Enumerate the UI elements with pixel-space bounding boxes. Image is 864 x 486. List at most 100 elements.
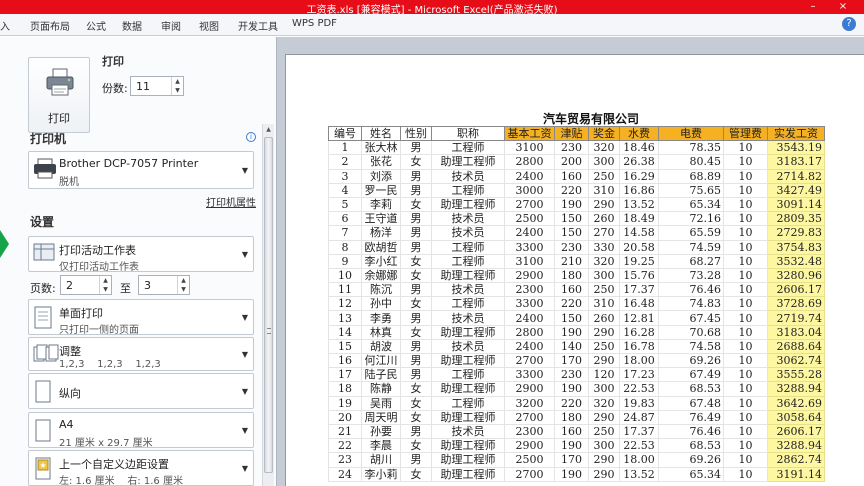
table-cell[interactable]: 13.52 [619, 466, 659, 482]
table-cell[interactable]: 10 [723, 452, 768, 468]
table-cell[interactable]: 300 [588, 154, 620, 170]
table-cell[interactable]: 3100 [504, 140, 555, 156]
table-cell[interactable]: 3058.64 [767, 409, 825, 425]
table-cell[interactable]: 260 [588, 211, 620, 227]
table-cell[interactable]: 310 [588, 182, 620, 198]
sides-select[interactable]: 单面打印 只打印一侧的页面 ▼ [28, 299, 254, 336]
tab-insert[interactable]: 入 [0, 18, 10, 33]
table-cell[interactable]: 19.83 [619, 395, 659, 411]
table-cell[interactable]: 160 [554, 168, 589, 184]
table-cell[interactable]: 15 [328, 338, 362, 355]
table-cell[interactable]: 13 [328, 310, 362, 326]
table-cell[interactable]: 2700 [504, 196, 555, 213]
table-cell[interactable]: 73.28 [658, 267, 724, 284]
table-cell[interactable]: 2500 [504, 452, 555, 468]
table-cell[interactable]: 技术员 [431, 423, 505, 440]
table-cell[interactable]: 4 [328, 182, 362, 198]
table-cell[interactable]: 3200 [504, 395, 555, 411]
table-cell[interactable]: 陈沉 [361, 282, 401, 298]
table-cell[interactable]: 6 [328, 211, 362, 227]
table-cell[interactable]: 70.68 [658, 324, 724, 340]
table-cell[interactable]: 工程师 [431, 253, 505, 269]
table-cell[interactable]: 男 [400, 352, 432, 369]
table-cell[interactable]: 2400 [504, 225, 555, 241]
tab-view[interactable]: 视图 [199, 18, 219, 33]
table-cell[interactable]: 工程师 [431, 395, 505, 411]
table-cell[interactable]: 220 [554, 296, 589, 312]
table-cell[interactable]: 68.89 [658, 168, 724, 184]
table-cell[interactable]: 19.25 [619, 253, 659, 269]
table-cell[interactable]: 65.59 [658, 225, 724, 241]
column-header[interactable]: 电费 [658, 125, 724, 142]
print-scope-select[interactable]: 打印活动工作表 仅打印活动工作表 ▼ [28, 236, 254, 273]
table-cell[interactable]: 男 [400, 182, 432, 198]
table-cell[interactable]: 3300 [504, 239, 555, 255]
table-cell[interactable]: 吴雨 [361, 395, 401, 411]
table-cell[interactable]: 助理工程师 [431, 466, 505, 482]
table-cell[interactable]: 290 [588, 196, 620, 213]
table-cell[interactable]: 助理工程师 [431, 452, 505, 468]
table-cell[interactable]: 250 [588, 338, 620, 355]
table-cell[interactable]: 13.52 [619, 196, 659, 213]
table-cell[interactable]: 女 [400, 267, 432, 284]
table-cell[interactable]: 女 [400, 381, 432, 397]
table-cell[interactable]: 76.46 [658, 423, 724, 440]
table-cell[interactable]: 2300 [504, 423, 555, 440]
table-cell[interactable]: 320 [588, 395, 620, 411]
table-cell[interactable]: 290 [588, 324, 620, 340]
table-cell[interactable]: 3091.14 [767, 196, 825, 213]
table-cell[interactable]: 160 [554, 423, 589, 440]
table-cell[interactable]: 16 [328, 352, 362, 369]
table-cell[interactable]: 3183.04 [767, 324, 825, 340]
table-cell[interactable]: 320 [588, 140, 620, 156]
tab-page-layout[interactable]: 页面布局 [30, 18, 70, 33]
table-cell[interactable]: 3300 [504, 367, 555, 383]
table-cell[interactable]: 78.35 [658, 140, 724, 156]
table-cell[interactable]: 3555.28 [767, 367, 825, 383]
settings-scrollbar[interactable]: ▲ [262, 124, 274, 486]
table-cell[interactable]: 10 [723, 225, 768, 241]
table-cell[interactable]: 技术员 [431, 310, 505, 326]
help-icon[interactable]: ? [842, 17, 856, 31]
table-cell[interactable]: 女 [400, 409, 432, 425]
table-cell[interactable]: 2719.74 [767, 310, 825, 326]
table-cell[interactable]: 女 [400, 253, 432, 269]
column-header[interactable]: 基本工资 [504, 125, 555, 142]
table-cell[interactable]: 技术员 [431, 168, 505, 184]
table-cell[interactable]: 9 [328, 253, 362, 269]
table-cell[interactable]: 助理工程师 [431, 352, 505, 369]
table-cell[interactable]: 2900 [504, 381, 555, 397]
table-cell[interactable]: 10 [723, 381, 768, 397]
table-cell[interactable]: 陆子民 [361, 367, 401, 383]
table-cell[interactable]: 22.53 [619, 381, 659, 397]
table-cell[interactable]: 10 [723, 352, 768, 369]
table-cell[interactable]: 300 [588, 381, 620, 397]
orientation-select[interactable]: 纵向 ▼ [28, 373, 254, 409]
table-cell[interactable]: 120 [588, 367, 620, 383]
table-cell[interactable]: 67.49 [658, 367, 724, 383]
table-cell[interactable]: 140 [554, 338, 589, 355]
table-cell[interactable]: 250 [588, 168, 620, 184]
table-cell[interactable]: 罗一民 [361, 182, 401, 198]
table-cell[interactable]: 17.37 [619, 423, 659, 440]
table-cell[interactable]: 17.37 [619, 282, 659, 298]
table-cell[interactable]: 王守道 [361, 211, 401, 227]
table-cell[interactable]: 75.65 [658, 182, 724, 198]
table-cell[interactable]: 张大林 [361, 140, 401, 156]
table-cell[interactable]: 陈静 [361, 381, 401, 397]
column-header[interactable]: 管理费 [723, 125, 768, 142]
printer-select[interactable]: Brother DCP-7057 Printer 脱机 ▼ [28, 151, 254, 189]
table-cell[interactable]: 67.45 [658, 310, 724, 326]
table-cell[interactable]: 69.26 [658, 352, 724, 369]
column-header[interactable]: 姓名 [361, 125, 401, 142]
table-cell[interactable]: 24 [328, 466, 362, 482]
table-cell[interactable]: 3300 [504, 296, 555, 312]
table-cell[interactable]: 20 [328, 409, 362, 425]
table-cell[interactable]: 190 [554, 196, 589, 213]
table-cell[interactable]: 230 [554, 140, 589, 156]
table-cell[interactable]: 210 [554, 253, 589, 269]
table-cell[interactable]: 2809.35 [767, 211, 825, 227]
table-cell[interactable]: 74.59 [658, 239, 724, 255]
table-cell[interactable]: 助理工程师 [431, 381, 505, 397]
table-cell[interactable]: 2729.83 [767, 225, 825, 241]
